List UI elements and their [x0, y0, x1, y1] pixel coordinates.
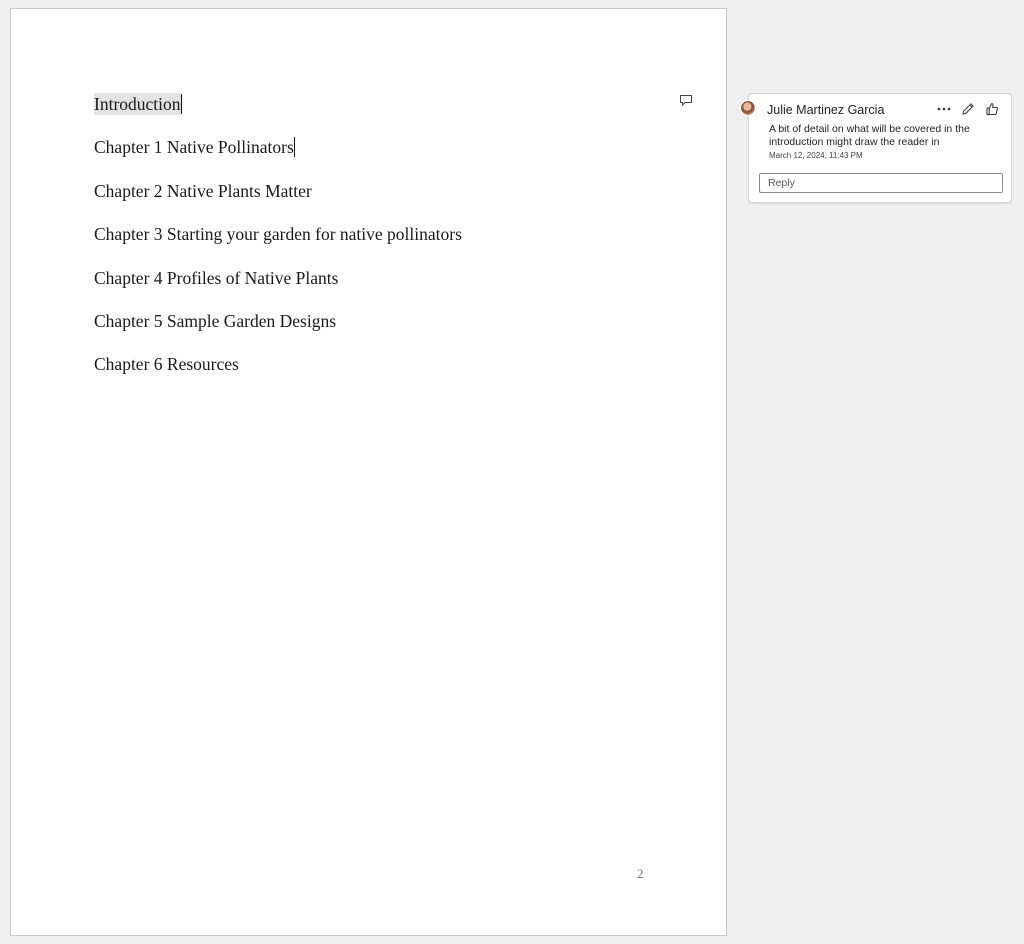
doc-line-text: Introduction [94, 93, 181, 115]
doc-line-text: Chapter 3 Starting your garden for nativ… [94, 224, 462, 245]
doc-line-text: Chapter 1 Native Pollinators [94, 137, 294, 158]
doc-line-chapter-5[interactable]: Chapter 5 Sample Garden Designs [94, 310, 462, 353]
doc-line-chapter-3[interactable]: Chapter 3 Starting your garden for nativ… [94, 223, 462, 266]
doc-line-text: Chapter 4 Profiles of Native Plants [94, 267, 339, 288]
doc-line-introduction[interactable]: Introduction [94, 93, 462, 136]
comment-anchor-icon[interactable] [678, 92, 694, 108]
page-number: 2 [637, 866, 644, 881]
comment-date: March 12, 2024, 11:43 PM [769, 151, 863, 160]
doc-line-chapter-6[interactable]: Chapter 6 Resources [94, 353, 462, 396]
document-body[interactable]: Introduction Chapter 1 Native Pollinator… [94, 93, 462, 397]
reply-input[interactable] [759, 173, 1003, 193]
doc-line-text: Chapter 6 Resources [94, 354, 239, 375]
doc-line-chapter-1[interactable]: Chapter 1 Native Pollinators [94, 136, 462, 179]
more-options-icon[interactable] [935, 101, 953, 117]
doc-line-text: Chapter 2 Native Plants Matter [94, 180, 312, 201]
edit-pencil-icon[interactable] [959, 101, 977, 117]
comment-card[interactable]: Julie Martinez Garcia A bit of detail on… [748, 93, 1012, 203]
like-thumb-icon[interactable] [983, 101, 1001, 117]
document-page[interactable]: Introduction Chapter 1 Native Pollinator… [10, 8, 727, 936]
comment-actions [935, 101, 1001, 117]
comment-author: Julie Martinez Garcia [767, 103, 885, 117]
comment-text: A bit of detail on what will be covered … [769, 123, 970, 148]
avatar [740, 100, 756, 116]
doc-line-text: Chapter 5 Sample Garden Designs [94, 310, 337, 331]
doc-line-chapter-2[interactable]: Chapter 2 Native Plants Matter [94, 180, 462, 223]
doc-line-chapter-4[interactable]: Chapter 4 Profiles of Native Plants [94, 267, 462, 310]
